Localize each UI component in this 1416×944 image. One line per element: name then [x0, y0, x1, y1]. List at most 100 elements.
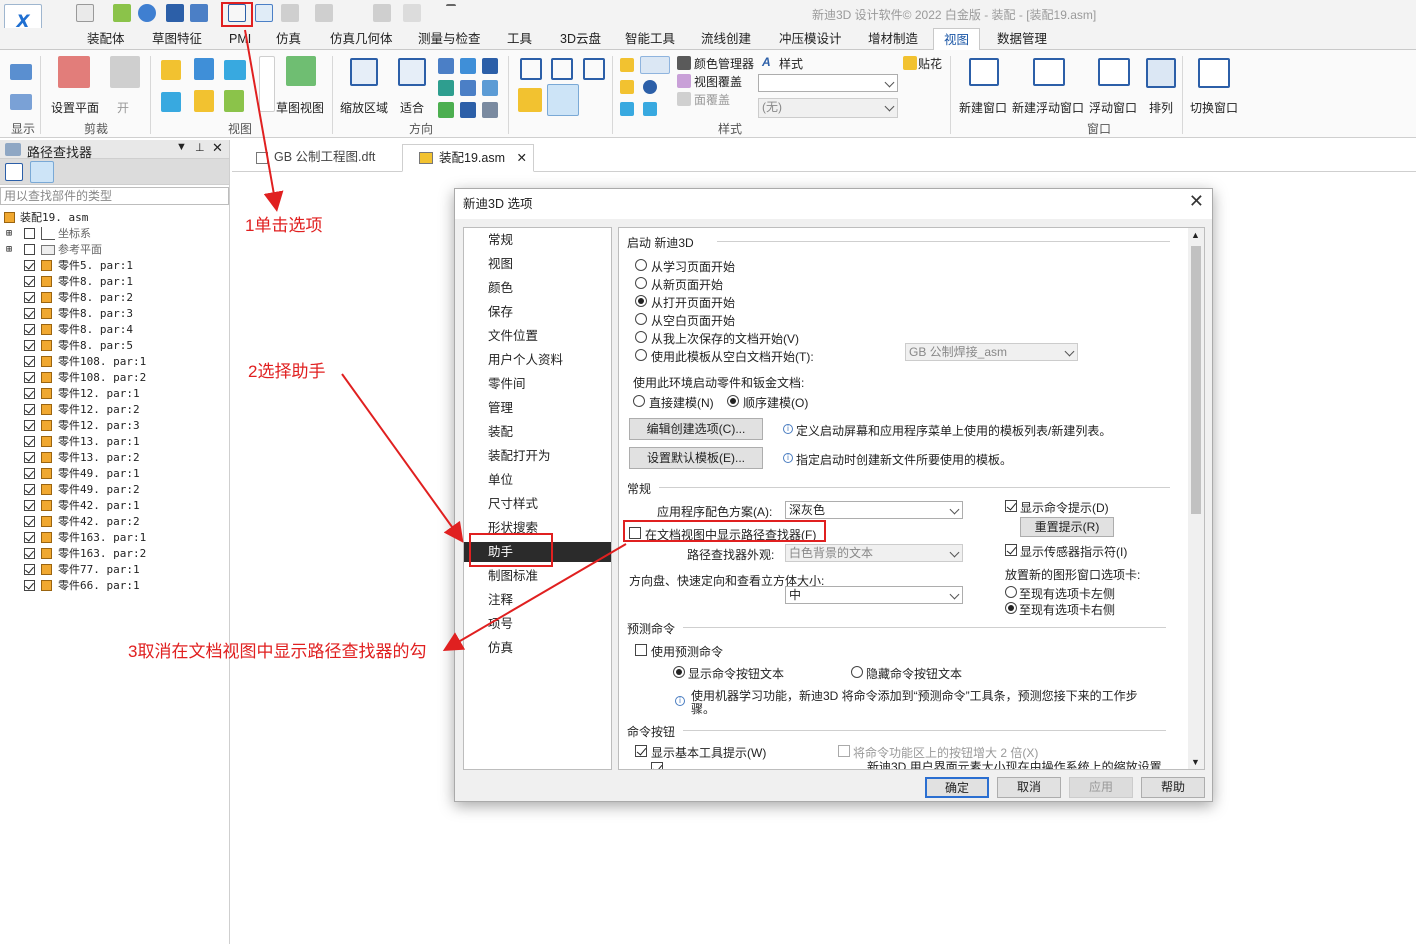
nav-item[interactable]: 制图标准 — [464, 566, 611, 586]
face-overlay-button[interactable]: 面覆盖 — [694, 91, 730, 108]
startup-radio[interactable] — [635, 277, 647, 289]
properties-icon[interactable] — [255, 4, 273, 22]
style-dropdown-icon[interactable] — [640, 56, 670, 74]
scroll-down-icon[interactable]: ▼ — [1191, 757, 1200, 767]
view-bottom-icon[interactable] — [224, 90, 244, 112]
open-clip-button[interactable]: 开 — [117, 99, 129, 116]
nav-item[interactable]: 零件间 — [464, 374, 611, 394]
ok-button[interactable]: 确定 — [925, 777, 989, 798]
switch-window-button[interactable]: 切换窗口 — [1190, 99, 1238, 116]
save-icon[interactable] — [166, 4, 184, 22]
visible-edge-icon[interactable] — [583, 58, 605, 80]
arrange-icon[interactable] — [1146, 58, 1176, 88]
color-manager-icon[interactable] — [677, 56, 691, 70]
tab-stamping[interactable]: 冲压模设计 — [779, 28, 842, 50]
decal-icon[interactable] — [903, 56, 917, 70]
decal-button[interactable]: 贴花 — [918, 55, 942, 72]
tab-additive[interactable]: 增材制造 — [868, 28, 918, 50]
panel-menu-icon[interactable]: ▼ — [176, 141, 187, 153]
face-overlay-icon[interactable] — [677, 92, 691, 106]
nav-item[interactable]: 文件位置 — [464, 326, 611, 346]
nav-item[interactable]: 颜色 — [464, 278, 611, 298]
nav-item[interactable]: 视图 — [464, 254, 611, 274]
nav-item[interactable]: 管理 — [464, 398, 611, 418]
tree-checkbox[interactable] — [24, 244, 35, 255]
tree-checkbox[interactable] — [24, 228, 35, 239]
expand-icon[interactable]: ⊞ — [6, 242, 12, 258]
undo-icon[interactable] — [281, 4, 299, 22]
env-ordered-radio[interactable] — [727, 395, 739, 407]
new-float-window-button[interactable]: 新建浮动窗口 — [1012, 99, 1084, 116]
env-direct-radio[interactable] — [633, 395, 645, 407]
tree-checkbox[interactable] — [24, 516, 35, 527]
float-window-button[interactable]: 浮动窗口 — [1089, 99, 1137, 116]
tree-checkbox[interactable] — [24, 452, 35, 463]
open-clip-icon[interactable] — [110, 56, 140, 88]
cancel-button[interactable]: 取消 — [997, 777, 1061, 798]
set-default-template-button[interactable]: 设置默认模板(E)... — [629, 447, 763, 469]
view-top-icon[interactable] — [194, 90, 214, 112]
tab-tools[interactable]: 工具 — [507, 28, 532, 50]
tree-checkbox[interactable] — [24, 532, 35, 543]
save-all-icon[interactable] — [190, 4, 208, 22]
orient-icon-4[interactable] — [438, 80, 454, 96]
nav-item[interactable]: 常规 — [464, 230, 611, 250]
style-combo[interactable] — [758, 74, 898, 92]
tab-streamline[interactable]: 流线创建 — [701, 28, 751, 50]
tree-checkbox[interactable] — [24, 500, 35, 511]
cloud-icon[interactable] — [138, 4, 156, 22]
nav-item[interactable]: 仿真 — [464, 638, 611, 658]
display-mode-icon[interactable] — [10, 94, 32, 110]
tree-checkbox[interactable] — [24, 436, 35, 447]
zoom-area-button[interactable]: 缩放区域 — [340, 99, 388, 116]
tab-view[interactable]: 视图 — [933, 28, 981, 51]
switch-window-icon[interactable] — [1198, 58, 1230, 88]
orient-icon-7[interactable] — [438, 102, 454, 118]
nav-item[interactable]: 装配打开为 — [464, 446, 611, 466]
expand-icon[interactable]: ⊞ — [6, 226, 12, 242]
cube-size-combo[interactable]: 中 — [785, 586, 963, 604]
new-window-button[interactable]: 新建窗口 — [959, 99, 1007, 116]
open-file-icon[interactable] — [113, 4, 131, 22]
nav-item[interactable]: 尺寸样式 — [464, 494, 611, 514]
color-manager-button[interactable]: 颜色管理器 — [694, 55, 754, 72]
show-sensor-checkbox[interactable] — [1005, 544, 1017, 556]
orient-icon-5[interactable] — [460, 80, 476, 96]
set-plane-icon[interactable] — [58, 56, 90, 88]
color-scheme-combo[interactable]: 深灰色 — [785, 501, 963, 519]
tree-checkbox[interactable] — [24, 564, 35, 575]
nav-item[interactable]: 项号 — [464, 614, 611, 634]
enlarge-btns-checkbox[interactable] — [838, 745, 850, 757]
tab-left-radio[interactable] — [1005, 586, 1017, 598]
tree-checkbox[interactable] — [24, 340, 35, 351]
display-icon[interactable] — [10, 64, 32, 80]
tree-checkbox[interactable] — [24, 420, 35, 431]
content-scrollbar[interactable]: ▲ ▼ — [1188, 228, 1204, 769]
view-overlay-icon[interactable] — [677, 74, 691, 88]
new-window-icon[interactable] — [969, 58, 999, 86]
edit-create-options-button[interactable]: 编辑创建选项(C)... — [629, 418, 763, 440]
shaded-icon[interactable] — [518, 88, 542, 112]
style-icon-4[interactable] — [643, 102, 657, 116]
startup-radio[interactable] — [635, 331, 647, 343]
tree-checkbox[interactable] — [24, 484, 35, 495]
tab-assembly[interactable]: 装配体 — [87, 28, 125, 50]
view-right-icon[interactable] — [224, 60, 246, 80]
reset-tips-button[interactable]: 重置提示(R) — [1020, 517, 1114, 537]
view-iso-icon[interactable] — [194, 58, 214, 80]
view-overlay-button[interactable]: 视图覆盖 — [694, 73, 742, 90]
tree-checkbox[interactable] — [24, 548, 35, 559]
style-a-icon[interactable]: A — [762, 55, 771, 69]
view-front-icon[interactable] — [161, 60, 181, 80]
tab-simulation[interactable]: 仿真 — [276, 28, 301, 50]
list-view-icon[interactable] — [5, 163, 23, 181]
tree-checkbox[interactable] — [24, 292, 35, 303]
scroll-up-icon[interactable]: ▲ — [1191, 230, 1200, 240]
orient-icon-6[interactable] — [482, 80, 498, 96]
tab-measure[interactable]: 测量与检查 — [418, 28, 481, 50]
tab-data-management[interactable]: 数据管理 — [997, 28, 1047, 50]
nav-item[interactable]: 注释 — [464, 590, 611, 610]
tree-checkbox[interactable] — [24, 324, 35, 335]
redo-icon[interactable] — [315, 4, 333, 22]
show-basic-tips-checkbox[interactable] — [635, 745, 647, 757]
